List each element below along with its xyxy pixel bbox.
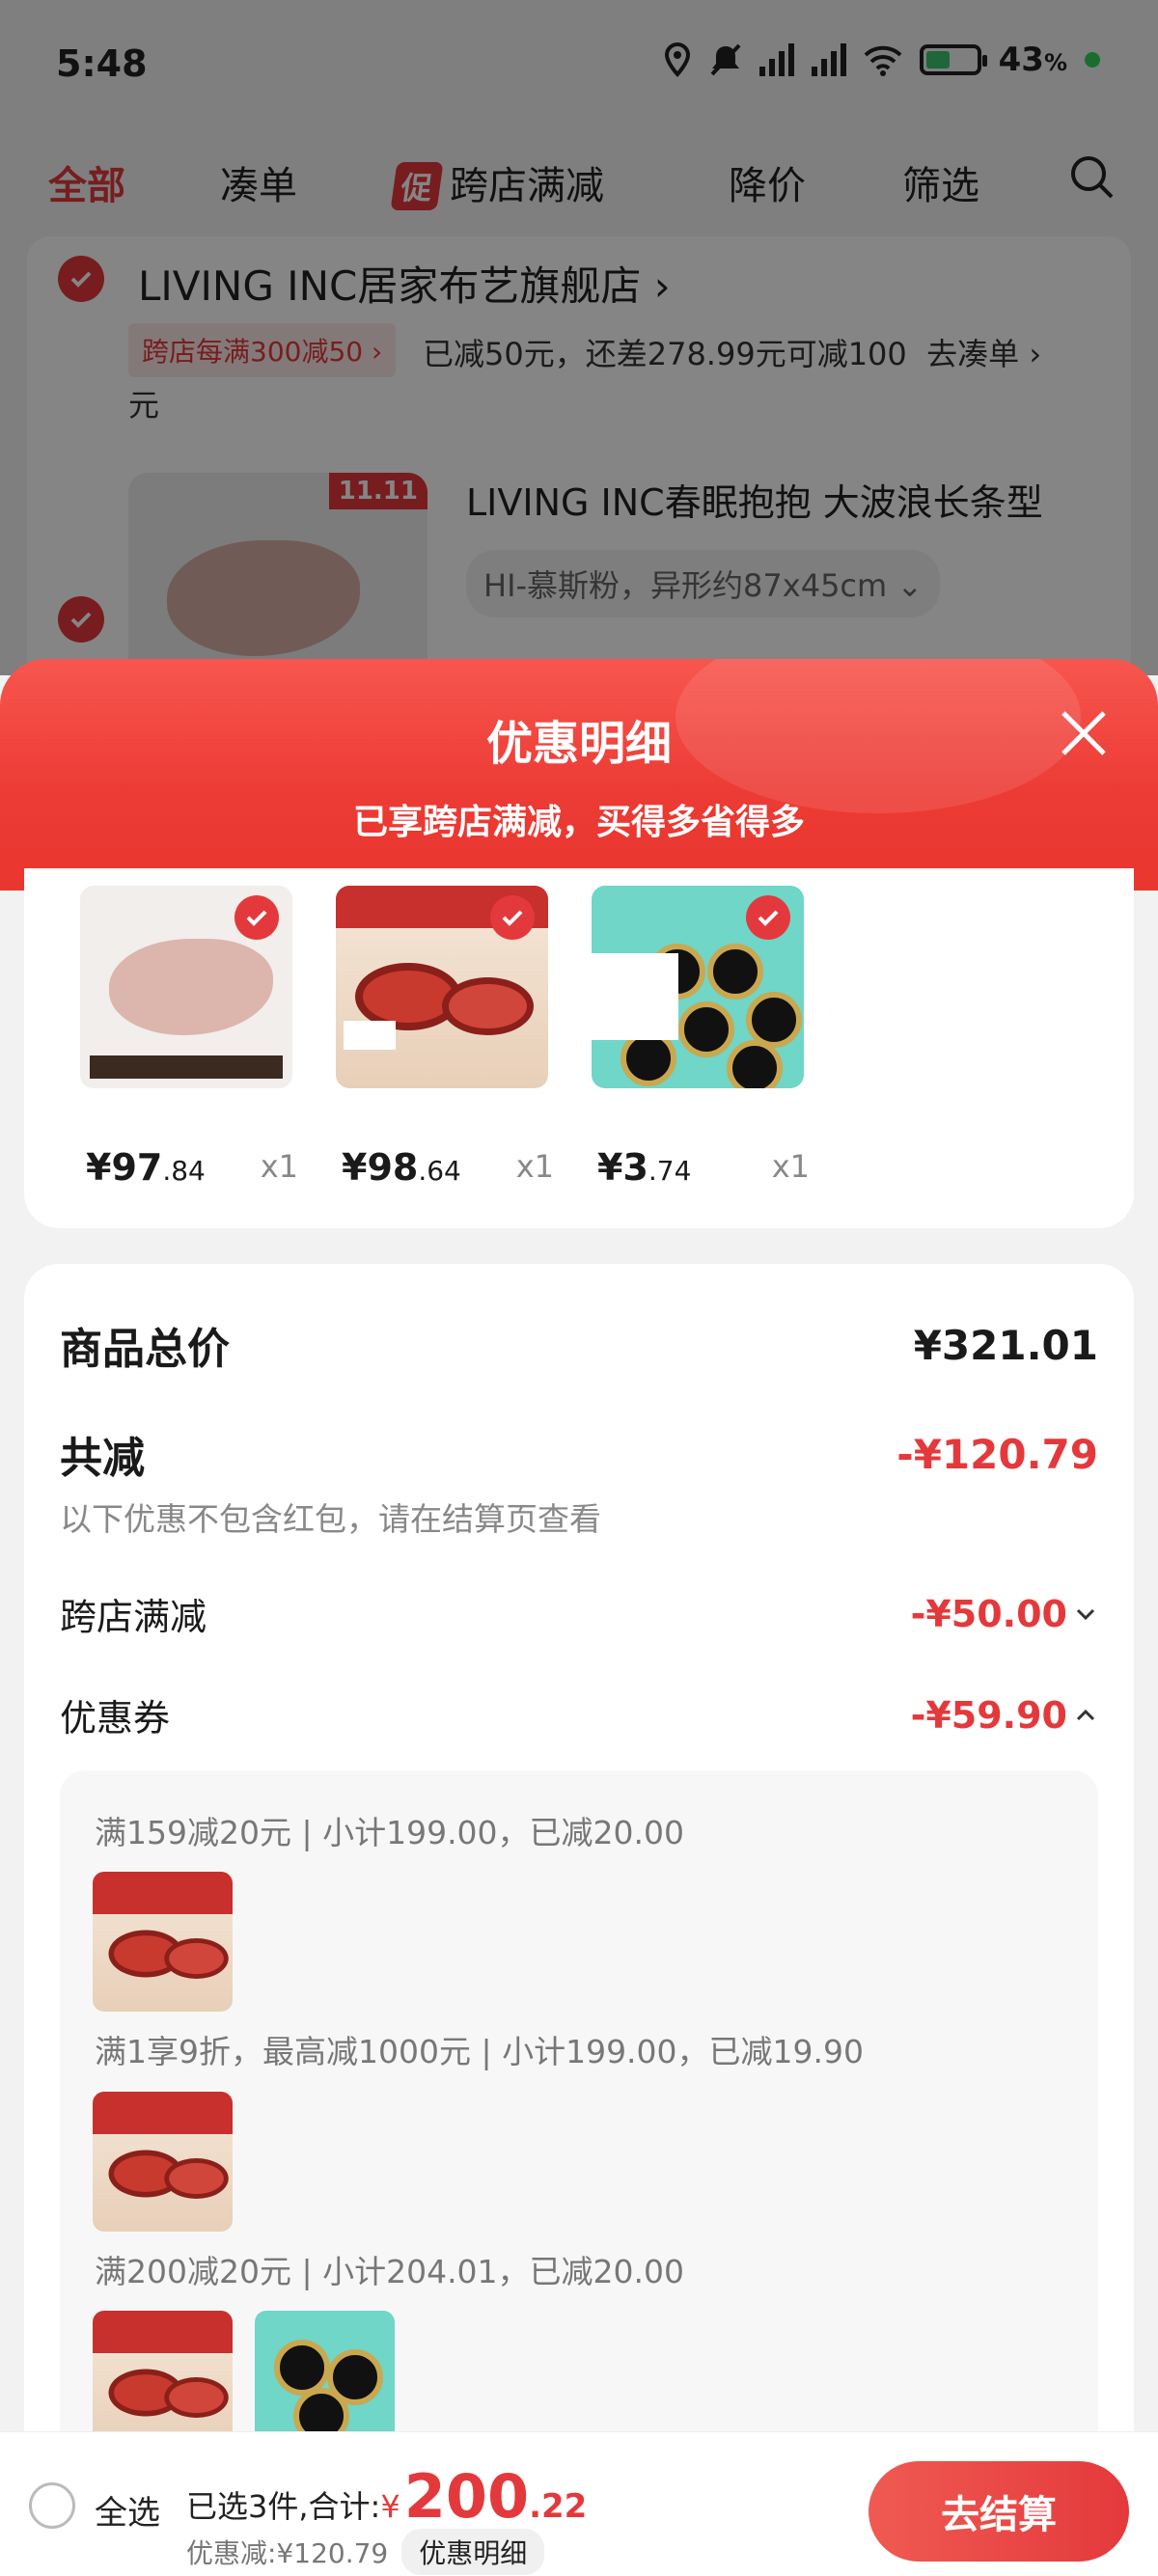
total-reduce-value: -¥120.79 bbox=[896, 1430, 1098, 1478]
total-reduce-label: 共减 bbox=[60, 1434, 145, 1483]
coupon-label: 优惠券 bbox=[60, 1697, 171, 1740]
product-item[interactable]: ¥97.84 x1 bbox=[80, 886, 298, 1189]
close-icon[interactable] bbox=[1058, 707, 1110, 759]
product-price: ¥98.64 bbox=[342, 1146, 461, 1189]
total-price-value: ¥321.01 bbox=[913, 1321, 1098, 1369]
coupon-product-thumb bbox=[93, 2311, 233, 2451]
checkout-bar: 全选 已选3件,合计: ¥200.22 优惠减:¥120.79 优惠明细 去结算 bbox=[0, 2431, 1158, 2576]
product-image bbox=[80, 886, 292, 1088]
coupon-rule: 满1享9折，最高减1000元 | 小计199.00，已减19.90 bbox=[95, 2033, 865, 2070]
product-item[interactable]: ¥3.74 x1 bbox=[592, 886, 810, 1189]
total-amount: 已选3件,合计: ¥200.22 bbox=[186, 2461, 588, 2532]
coupon-value: -¥59.90 bbox=[910, 1693, 1067, 1737]
product-qty: x1 bbox=[771, 1148, 810, 1185]
product-qty: x1 bbox=[515, 1148, 554, 1185]
modal-overlay[interactable] bbox=[0, 0, 1158, 675]
discount-summary: 优惠减:¥120.79 优惠明细 bbox=[186, 2529, 545, 2575]
cross-store-value: -¥50.00 bbox=[910, 1592, 1067, 1635]
total-reduce-row: 共减 -¥120.79 bbox=[60, 1423, 1098, 1485]
select-all-label[interactable]: 全选 bbox=[95, 2486, 160, 2534]
price-summary: 商品总价 ¥321.01 共减 -¥120.79 以下优惠不包含红包，请在结算页… bbox=[24, 1264, 1134, 2475]
coupon-rule: 满200减20元 | 小计204.01，已减20.00 bbox=[95, 2253, 685, 2290]
chevron-up-icon bbox=[1076, 1709, 1095, 1720]
product-image bbox=[592, 886, 804, 1088]
discount-note: 以下优惠不包含红包，请在结算页查看 bbox=[60, 1500, 601, 1538]
product-qty: x1 bbox=[260, 1148, 298, 1185]
coupon-product-thumb bbox=[93, 2092, 233, 2232]
product-check-icon bbox=[490, 895, 535, 940]
product-image bbox=[336, 886, 548, 1088]
coupon-details: 满159减20元 | 小计199.00，已减20.00 满1享9折，最高减100… bbox=[60, 1770, 1098, 2475]
coupon-product-thumb bbox=[255, 2311, 395, 2451]
selected-products: ¥97.84 x1 ¥98.64 x1 ¥3.74 x1 bbox=[24, 868, 1134, 1228]
select-all-checkbox[interactable] bbox=[29, 2482, 75, 2529]
product-price: ¥3.74 bbox=[597, 1146, 692, 1189]
background-page: 5:48 43% 全部 凑单 促跨店满减 降价 筛选 LIVING INC居家布… bbox=[0, 0, 1158, 680]
product-check-icon bbox=[746, 895, 790, 940]
coupon-row[interactable]: 优惠券 -¥59.90 bbox=[60, 1688, 1098, 1741]
discount-detail-button[interactable]: 优惠明细 bbox=[401, 2529, 545, 2575]
product-item[interactable]: ¥98.64 x1 bbox=[336, 886, 554, 1189]
discount-sheet-header: 优惠明细 已享跨店满减，买得多省得多 bbox=[0, 659, 1158, 891]
checkout-button[interactable]: 去结算 bbox=[868, 2461, 1129, 2562]
cross-store-label: 跨店满减 bbox=[60, 1596, 207, 1638]
cross-store-row[interactable]: 跨店满减 -¥50.00 bbox=[60, 1587, 1098, 1640]
total-price-row: 商品总价 ¥321.01 bbox=[60, 1314, 1098, 1376]
coupon-product-thumb bbox=[93, 1872, 233, 2012]
sheet-title: 优惠明细 bbox=[485, 717, 672, 771]
coupon-rule: 满159减20元 | 小计199.00，已减20.00 bbox=[95, 1814, 685, 1851]
product-price: ¥97.84 bbox=[86, 1146, 206, 1189]
total-price-label: 商品总价 bbox=[60, 1325, 230, 1374]
chevron-down-icon bbox=[1076, 1608, 1095, 1620]
product-check-icon bbox=[234, 895, 279, 940]
sheet-subtitle: 已享跨店满减，买得多省得多 bbox=[352, 803, 805, 842]
